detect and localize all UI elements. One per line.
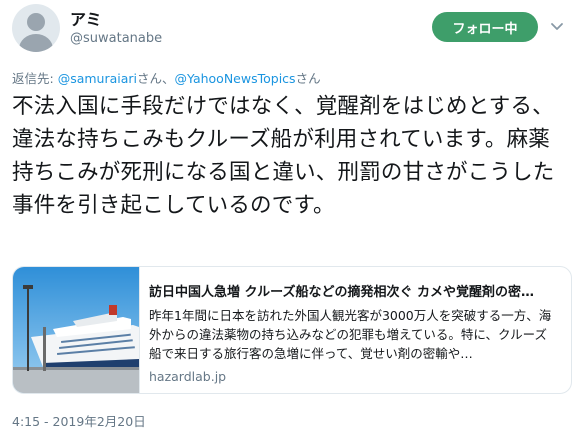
reply-prefix: 返信先:	[12, 71, 58, 86]
mention-link[interactable]: @YahooNewsTopics	[175, 71, 296, 86]
reply-separator: さん、	[137, 71, 175, 86]
tweet-text: 不法入国に手段だけではなく、覚醒剤をはじめとする、違法な持ちこみもクルーズ船が利…	[12, 94, 555, 218]
cruise-ship-image	[13, 267, 140, 393]
card-domain: hazardlab.jp	[149, 369, 227, 384]
user-handle[interactable]: @suwatanabe	[70, 31, 162, 46]
reply-context: 返信先: @samuraiariさん、@YahooNewsTopicsさん	[12, 68, 321, 87]
avatar[interactable]	[12, 4, 60, 52]
tweet-timestamp[interactable]: 4:15 - 2019年2月20日	[12, 411, 146, 430]
display-name[interactable]: アミ	[70, 6, 102, 30]
follow-button[interactable]: フォロー中	[432, 12, 538, 42]
link-card[interactable]: 訪日中国人急増 クルーズ船などの摘発相次ぐ カメや覚醒剤の密… 昨年1年間に日本…	[12, 266, 572, 394]
card-title[interactable]: 訪日中国人急増 クルーズ船などの摘発相次ぐ カメや覚醒剤の密…	[149, 281, 559, 300]
card-description: 昨年1年間に日本を訪れた外国人観光客が3000万人を突破する一方、海外からの違法…	[149, 308, 552, 361]
chevron-down-icon[interactable]	[548, 17, 566, 35]
reply-suffix: さん	[295, 71, 321, 86]
mention-link[interactable]: @samuraiari	[58, 71, 137, 86]
